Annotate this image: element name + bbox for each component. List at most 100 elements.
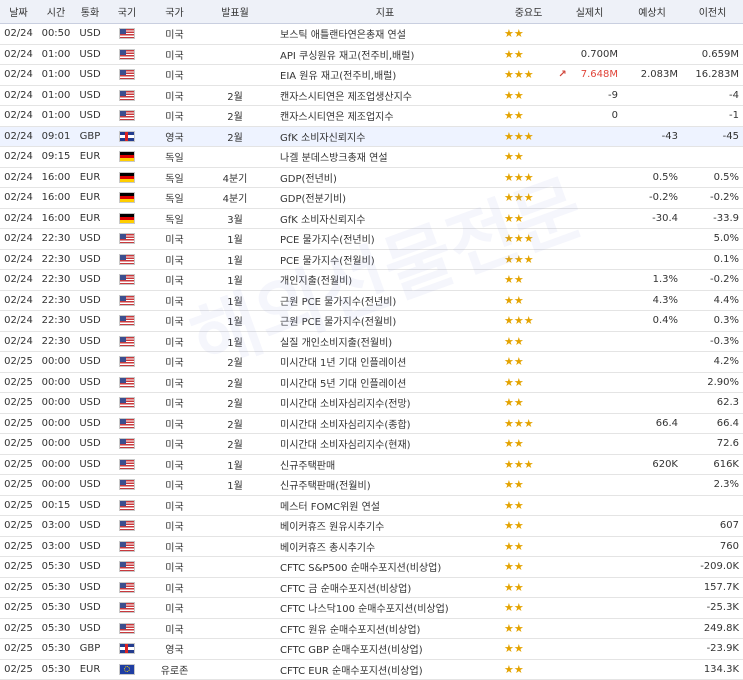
table-row[interactable]: 02/25 00:00 USD 미국 2월 미시간대 소비자심리지수(현재) ★★ 72.6 xyxy=(0,433,743,455)
indicator-name[interactable]: API 쿠싱원유 재고(전주비,배럴) xyxy=(280,51,414,62)
month-cell: 4분기 xyxy=(200,187,270,209)
table-row[interactable]: 02/24 00:50 USD 미국 보스틱 애틀랜타연은총재 연설 ★★ xyxy=(0,23,743,45)
table-row[interactable]: 02/24 16:00 EUR 독일 3월 GfK 소비자신뢰지수 ★★ -30.4 -33.9 xyxy=(0,208,743,229)
month-cell: 2월 xyxy=(200,85,270,106)
currency-cell: USD xyxy=(75,495,105,516)
table-row[interactable]: 02/24 01:00 USD 미국 API 쿠싱원유 재고(전주비,배럴) ★★ 0.70… xyxy=(0,44,743,65)
table-row[interactable]: 02/24 22:30 USD 미국 1월 PCE 물가지수(전년비) ★★★ 5.0% xyxy=(0,228,743,250)
importance-stars-icon: ★★★ xyxy=(500,249,557,270)
indicator-cell: 캔자스시티연은 제조업생산지수 xyxy=(270,85,500,106)
indicator-name[interactable]: CFTC 나스닥100 순매수포지션(비상업) xyxy=(280,604,449,615)
indicator-cell: 미시간대 소비자심리지수(전망) xyxy=(270,392,500,414)
month-cell xyxy=(200,556,270,578)
table-row[interactable]: 02/25 00:00 USD 미국 2월 미시간대 5년 기대 인플레이션 ★★ 2.90% xyxy=(0,372,743,393)
indicator-name[interactable]: CFTC S&P500 순매수포지션(비상업) xyxy=(280,563,441,574)
indicator-name[interactable]: 신규주택판매(전월비) xyxy=(280,481,371,492)
indicator-name[interactable]: GfK 소비자신뢰지수 xyxy=(280,215,365,226)
table-row[interactable]: 02/25 05:30 EUR 유로존 CFTC EUR 순매수포지션(비상업) ★★ 13… xyxy=(0,659,743,680)
header-importance[interactable]: 중요도 xyxy=(500,0,557,24)
table-row[interactable]: 02/24 22:30 USD 미국 1월 근원 PCE 물가지수(전년비) ★★ 4.3% 4… xyxy=(0,290,743,311)
date-cell: 02/24 xyxy=(0,23,37,45)
indicator-name[interactable]: PCE 물가지수(전월비) xyxy=(280,256,375,267)
indicator-name[interactable]: 근원 PCE 물가지수(전월비) xyxy=(280,317,396,328)
flag-cell xyxy=(105,577,149,598)
table-row[interactable]: 02/25 05:30 GBP 영국 CFTC GBP 순매수포지션(비상업) ★★ -23… xyxy=(0,638,743,660)
table-row[interactable]: 02/25 03:00 USD 미국 베이커휴즈 총시추기수 ★★ 760 xyxy=(0,536,743,557)
table-row[interactable]: 02/24 22:30 USD 미국 1월 근원 PCE 물가지수(전월비) ★★★ 0.4%… xyxy=(0,310,743,332)
table-row[interactable]: 02/24 22:30 USD 미국 1월 실질 개인소비지출(전월비) ★★ -0.3% xyxy=(0,331,743,352)
indicator-name[interactable]: EIA 원유 재고(전주비,배럴) xyxy=(280,71,396,82)
indicator-cell: 근원 PCE 물가지수(전년비) xyxy=(270,290,500,311)
indicator-name[interactable]: CFTC GBP 순매수포지션(비상업) xyxy=(280,645,423,656)
currency-cell: USD xyxy=(75,556,105,578)
indicator-name[interactable]: 나겔 분데스방크총재 연설 xyxy=(280,153,388,164)
table-row[interactable]: 02/24 09:15 EUR 독일 나겔 분데스방크총재 연설 ★★ xyxy=(0,146,743,168)
table-row[interactable]: 02/25 00:00 USD 미국 2월 미시간대 소비자심리지수(종합) ★★★ 66.4… xyxy=(0,413,743,434)
table-row[interactable]: 02/25 00:00 USD 미국 1월 신규주택판매 ★★★ 620K 616K xyxy=(0,454,743,475)
table-row[interactable]: 02/24 16:00 EUR 독일 4분기 GDP(전년비) ★★★ 0.5% 0.5% xyxy=(0,167,743,188)
currency-cell: USD xyxy=(75,310,105,332)
header-time[interactable]: 시간 xyxy=(37,0,75,24)
time-cell: 09:15 xyxy=(37,146,75,168)
indicator-name[interactable]: 미시간대 소비자심리지수(현재) xyxy=(280,440,411,451)
indicator-name[interactable]: 캔자스시티연은 제조업지수 xyxy=(280,112,394,123)
indicator-name[interactable]: CFTC 원유 순매수포지션(비상업) xyxy=(280,625,420,636)
indicator-name[interactable]: 보스틱 애틀랜타연은총재 연설 xyxy=(280,30,406,41)
table-row[interactable]: 02/24 01:00 USD 미국 EIA 원유 재고(전주비,배럴) ★★★ ↗ 7.64… xyxy=(0,64,743,86)
importance-stars-icon: ★★ xyxy=(500,351,557,373)
indicator-name[interactable]: 베이커휴즈 총시추기수 xyxy=(280,543,375,554)
previous-cell: 157.7K xyxy=(682,577,743,598)
indicator-name[interactable]: PCE 물가지수(전년비) xyxy=(280,235,375,246)
header-currency[interactable]: 통화 xyxy=(75,0,105,24)
header-flag[interactable]: 국기 xyxy=(105,0,149,24)
table-row[interactable]: 02/24 01:00 USD 미국 2월 캔자스시티연은 제조업지수 ★★ 0 -1 xyxy=(0,105,743,127)
importance-stars-icon: ★★ xyxy=(500,638,557,660)
flag-cell xyxy=(105,249,149,270)
country-cell: 미국 xyxy=(149,577,200,598)
indicator-cell: 메스터 FOMC위원 연설 xyxy=(270,495,500,516)
header-forecast[interactable]: 예상치 xyxy=(622,0,682,24)
table-row[interactable]: 02/25 03:00 USD 미국 베이커휴즈 원유시추기수 ★★ 607 xyxy=(0,515,743,537)
indicator-name[interactable]: 메스터 FOMC위원 연설 xyxy=(280,502,380,513)
table-row[interactable]: 02/25 05:30 USD 미국 CFTC 원유 순매수포지션(비상업) ★★ 249.… xyxy=(0,618,743,639)
time-cell: 00:00 xyxy=(37,474,75,496)
header-date[interactable]: 날짜 xyxy=(0,0,37,24)
header-month[interactable]: 발표월 xyxy=(200,0,270,24)
indicator-name[interactable]: CFTC 금 순매수포지션(비상업) xyxy=(280,584,411,595)
header-actual[interactable]: 실제치 xyxy=(557,0,622,24)
table-row[interactable]: 02/24 16:00 EUR 독일 4분기 GDP(전분기비) ★★★ -0.2% -0.2% xyxy=(0,187,743,209)
previous-cell: 249.8K xyxy=(682,618,743,639)
table-row[interactable]: 02/24 09:01 GBP 영국 2월 GfK 소비자신뢰지수 ★★★ -43 -45 xyxy=(0,126,743,147)
indicator-name[interactable]: 미시간대 소비자심리지수(전망) xyxy=(280,399,411,410)
header-country[interactable]: 국가 xyxy=(149,0,200,24)
indicator-name[interactable]: 미시간대 소비자심리지수(종합) xyxy=(280,420,411,431)
table-row[interactable]: 02/25 00:00 USD 미국 2월 미시간대 소비자심리지수(전망) ★★ 62.3 xyxy=(0,392,743,414)
us-flag-icon xyxy=(119,458,135,470)
table-row[interactable]: 02/25 00:00 USD 미국 2월 미시간대 1년 기대 인플레이션 ★★ 4.2% xyxy=(0,351,743,373)
flag-cell xyxy=(105,23,149,45)
table-row[interactable]: 02/25 05:30 USD 미국 CFTC 금 순매수포지션(비상업) ★★ 157.7… xyxy=(0,577,743,598)
indicator-name[interactable]: 개인지출(전월비) xyxy=(280,276,352,287)
table-row[interactable]: 02/25 00:15 USD 미국 메스터 FOMC위원 연설 ★★ xyxy=(0,495,743,516)
importance-stars-icon: ★★ xyxy=(500,659,557,680)
indicator-name[interactable]: 미시간대 5년 기대 인플레이션 xyxy=(280,379,406,390)
table-row[interactable]: 02/25 05:30 USD 미국 CFTC S&P500 순매수포지션(비상업) ★★… xyxy=(0,556,743,578)
table-row[interactable]: 02/25 05:30 USD 미국 CFTC 나스닥100 순매수포지션(비상업) ★★… xyxy=(0,597,743,619)
header-previous[interactable]: 이전치 xyxy=(682,0,743,24)
header-indicator[interactable]: 지표 xyxy=(270,0,500,24)
table-row[interactable]: 02/24 01:00 USD 미국 2월 캔자스시티연은 제조업생산지수 ★★ -9 -4 xyxy=(0,85,743,106)
indicator-name[interactable]: 캔자스시티연은 제조업생산지수 xyxy=(280,92,412,103)
indicator-name[interactable]: GDP(전년비) xyxy=(280,174,337,185)
indicator-name[interactable]: 베이커휴즈 원유시추기수 xyxy=(280,522,384,533)
indicator-name[interactable]: 신규주택판매 xyxy=(280,461,335,472)
indicator-name[interactable]: GDP(전분기비) xyxy=(280,194,346,205)
indicator-name[interactable]: 근원 PCE 물가지수(전년비) xyxy=(280,297,396,308)
flag-cell xyxy=(105,310,149,332)
table-row[interactable]: 02/25 00:00 USD 미국 1월 신규주택판매(전월비) ★★ 2.3% xyxy=(0,474,743,496)
indicator-name[interactable]: GfK 소비자신뢰지수 xyxy=(280,133,365,144)
table-row[interactable]: 02/24 22:30 USD 미국 1월 개인지출(전월비) ★★ 1.3% -0.2% xyxy=(0,269,743,291)
indicator-name[interactable]: 실질 개인소비지출(전월비) xyxy=(280,338,392,349)
indicator-name[interactable]: CFTC EUR 순매수포지션(비상업) xyxy=(280,666,423,677)
indicator-name[interactable]: 미시간대 1년 기대 인플레이션 xyxy=(280,358,406,369)
table-row[interactable]: 02/24 22:30 USD 미국 1월 PCE 물가지수(전월비) ★★★ 0.1% xyxy=(0,249,743,270)
